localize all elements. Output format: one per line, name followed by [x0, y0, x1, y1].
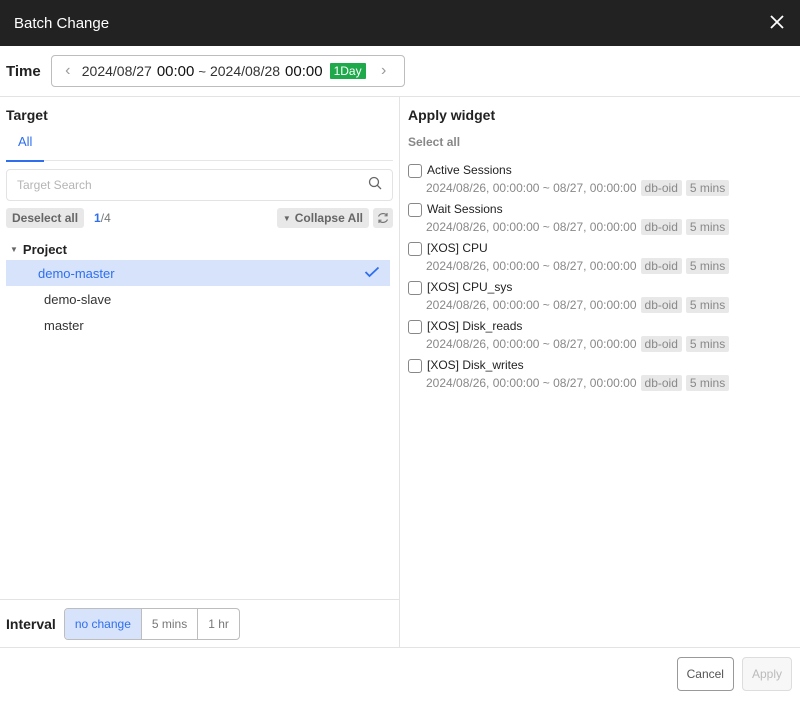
close-icon[interactable]: [768, 13, 786, 31]
widget-name: [XOS] Disk_writes: [427, 357, 524, 372]
widget-range: 2024/08/26, 00:00:00 ~ 08/27, 00:00:00: [426, 258, 637, 273]
total-count: /4: [100, 211, 111, 225]
target-search-input[interactable]: [17, 178, 368, 192]
deselect-all-button[interactable]: Deselect all: [6, 208, 85, 228]
tab-all[interactable]: All: [6, 134, 45, 162]
interval-label: Interval: [6, 615, 56, 632]
target-tabs: All: [6, 133, 393, 162]
widget-range: 2024/08/26, 00:00:00 ~ 08/27, 00:00:00: [426, 375, 637, 390]
widget-item: Wait Sessions 2024/08/26, 00:00:00 ~ 08/…: [408, 200, 792, 236]
widget-range: 2024/08/26, 00:00:00 ~ 08/27, 00:00:00: [426, 336, 637, 351]
widget-name: [XOS] Disk_reads: [427, 318, 523, 333]
refresh-icon: [377, 213, 389, 223]
dialog-header: Batch Change: [0, 0, 800, 46]
widget-item: Active Sessions 2024/08/26, 00:00:00 ~ 0…: [408, 161, 792, 197]
cancel-button[interactable]: Cancel: [676, 657, 734, 691]
widget-tag-oid: db-oid: [640, 374, 682, 391]
caret-down-icon: ▼: [282, 213, 291, 223]
caret-down-icon: ▼: [10, 244, 18, 254]
end-time[interactable]: 00:00: [285, 63, 323, 80]
widget-tag-oid: db-oid: [640, 179, 682, 196]
widget-range: 2024/08/26, 00:00:00 ~ 08/27, 00:00:00: [426, 180, 637, 195]
range-badge: 1Day: [329, 63, 366, 79]
collapse-all-label: Collapse All: [294, 211, 363, 225]
tree-item-label: master: [44, 317, 84, 333]
widget-tag-oid: db-oid: [640, 218, 682, 235]
check-icon: [364, 266, 380, 281]
interval-option-5-mins[interactable]: 5 mins: [140, 608, 197, 639]
interval-option-1-hr[interactable]: 1 hr: [197, 608, 239, 639]
widget-checkbox[interactable]: [408, 320, 422, 334]
widget-list: Active Sessions 2024/08/26, 00:00:00 ~ 0…: [408, 161, 792, 392]
widget-tag-oid: db-oid: [640, 257, 682, 274]
refresh-button[interactable]: [373, 208, 393, 228]
collapse-all-button[interactable]: ▼ Collapse All: [276, 208, 369, 228]
widget-tag-interval: 5 mins: [685, 179, 730, 196]
start-date[interactable]: 2024/08/27: [82, 63, 152, 79]
widget-tag-interval: 5 mins: [685, 218, 730, 235]
target-tools: Deselect all 1/4 ▼ Collapse All: [6, 208, 393, 228]
widget-checkbox[interactable]: [408, 281, 422, 295]
widget-name: [XOS] CPU_sys: [427, 279, 513, 294]
widget-item: [XOS] CPU 2024/08/26, 00:00:00 ~ 08/27, …: [408, 239, 792, 275]
widget-checkbox[interactable]: [408, 359, 422, 373]
chevron-left-icon[interactable]: ‹: [60, 62, 76, 80]
select-all-link[interactable]: Select all: [408, 135, 460, 149]
widget-name: Active Sessions: [427, 162, 512, 177]
time-row: Time ‹ 2024/08/27 00:00 ~ 2024/08/28 00:…: [0, 46, 800, 97]
widget-item: [XOS] CPU_sys 2024/08/26, 00:00:00 ~ 08/…: [408, 278, 792, 314]
time-range-picker[interactable]: ‹ 2024/08/27 00:00 ~ 2024/08/28 00:00 1D…: [50, 55, 405, 87]
widget-item: [XOS] Disk_reads 2024/08/26, 00:00:00 ~ …: [408, 317, 792, 353]
interval-segmented-control: no change 5 mins 1 hr: [63, 607, 240, 640]
widget-tag-interval: 5 mins: [685, 335, 730, 352]
widget-tag-interval: 5 mins: [685, 374, 730, 391]
widget-name: [XOS] CPU: [427, 240, 488, 255]
dialog-footer: Cancel Apply: [0, 648, 800, 700]
range-separator: ~: [198, 63, 206, 79]
widget-tag-interval: 5 mins: [685, 257, 730, 274]
selection-count: 1/4: [94, 211, 111, 225]
widget-checkbox[interactable]: [408, 242, 422, 256]
chevron-right-icon[interactable]: ›: [376, 62, 392, 80]
interval-row: Interval no change 5 mins 1 hr: [0, 599, 399, 647]
tree-item-label: demo-master: [38, 265, 115, 281]
apply-widget-title: Apply widget: [408, 107, 496, 123]
widget-name: Wait Sessions: [427, 201, 503, 216]
widget-checkbox[interactable]: [408, 164, 422, 178]
apply-widget-panel: Apply widget Select all Active Sessions …: [400, 97, 800, 647]
target-title: Target: [6, 107, 48, 123]
target-tree: ▼ Project demo-master demo-slave master: [0, 238, 399, 338]
widget-item: [XOS] Disk_writes 2024/08/26, 00:00:00 ~…: [408, 356, 792, 392]
target-search: [6, 169, 393, 201]
target-panel: Target All Deselect all 1/4 ▼Collapse Al…: [0, 97, 400, 647]
search-icon[interactable]: [368, 176, 382, 195]
end-date[interactable]: 2024/08/28: [210, 63, 280, 79]
tree-item[interactable]: master: [6, 312, 390, 338]
tree-item-label: demo-slave: [44, 291, 112, 307]
widget-tag-oid: db-oid: [640, 296, 682, 313]
apply-button[interactable]: Apply: [741, 657, 792, 691]
widget-checkbox[interactable]: [408, 203, 422, 217]
widget-tag-interval: 5 mins: [685, 296, 730, 313]
tree-group-project[interactable]: ▼ Project: [0, 238, 399, 260]
interval-option-no-change[interactable]: no change: [64, 608, 141, 639]
widget-range: 2024/08/26, 00:00:00 ~ 08/27, 00:00:00: [426, 297, 637, 312]
dialog-body: Target All Deselect all 1/4 ▼Collapse Al…: [0, 97, 800, 648]
time-label: Time: [6, 62, 41, 80]
dialog-title: Batch Change: [14, 14, 110, 32]
tree-item[interactable]: demo-master: [6, 260, 390, 286]
tree-item[interactable]: demo-slave: [6, 286, 390, 312]
widget-range: 2024/08/26, 00:00:00 ~ 08/27, 00:00:00: [426, 219, 637, 234]
widget-tag-oid: db-oid: [640, 335, 682, 352]
selected-count: 1: [94, 211, 101, 225]
start-time[interactable]: 00:00: [157, 63, 195, 80]
tree-group-label: Project: [22, 241, 67, 257]
